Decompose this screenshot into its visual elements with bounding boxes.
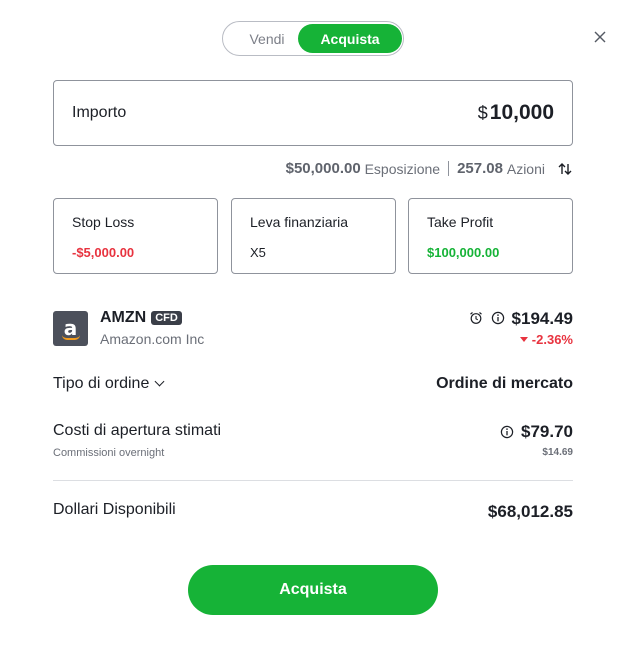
buy-sell-toggle[interactable]: Vendi Acquista (222, 21, 404, 56)
close-icon[interactable] (592, 29, 608, 45)
exposure-value: $50,000.00 (285, 160, 361, 177)
take-profit-title: Take Profit (427, 214, 494, 230)
leverage-title: Leva finanziaria (250, 214, 349, 230)
buy-option[interactable]: Acquista (298, 24, 402, 53)
divider (53, 480, 573, 481)
opening-costs-label: Costi di apertura stimati (53, 422, 222, 439)
stop-loss-card[interactable]: Stop Loss -$5,000.00 (53, 198, 218, 274)
chevron-down-icon (154, 376, 165, 387)
units-value: 257.08 (457, 160, 503, 177)
price-change-value: -2.36% (531, 332, 573, 347)
cfd-badge: CFD (151, 311, 182, 325)
price-change: -2.36% (519, 332, 573, 347)
take-profit-value: $100,000.00 (427, 245, 500, 260)
amount-number[interactable]: 10,000 (490, 101, 554, 125)
company-name: Amazon.com Inc (100, 331, 205, 347)
ticker-symbol: AMZN (100, 309, 147, 326)
available-label: Dollari Disponibili (53, 501, 176, 518)
order-type-label: Tipo di ordine (53, 375, 150, 392)
opening-costs-value: $79.70 (521, 422, 573, 441)
currency-symbol: $ (477, 103, 488, 123)
stop-loss-value: -$5,000.00 (72, 245, 135, 260)
overnight-fees-value: $14.69 (542, 447, 573, 458)
leverage-value: X5 (250, 245, 266, 260)
sell-option[interactable]: Vendi (226, 24, 308, 53)
info-icon[interactable] (500, 425, 514, 439)
units-label: Azioni (506, 160, 545, 177)
buy-button[interactable]: Acquista (188, 565, 438, 615)
amount-input[interactable]: Importo $ 10,000 (53, 80, 573, 146)
leverage-card[interactable]: Leva finanziaria X5 (231, 198, 396, 274)
overnight-fees-label: Commissioni overnight (53, 447, 165, 459)
exposure-summary: $50,000.00 Esposizione 257.08 Azioni (286, 160, 545, 177)
swap-icon[interactable] (557, 161, 573, 177)
available-value: $68,012.85 (487, 502, 573, 521)
down-triangle-icon (519, 337, 528, 342)
order-type-value: Ordine di mercato (436, 375, 573, 392)
instrument-ticker: AMZN CFD (100, 309, 182, 327)
amount-value[interactable]: $ 10,000 (478, 101, 554, 125)
exposure-label: Esposizione (364, 160, 441, 177)
stop-loss-title: Stop Loss (72, 214, 135, 230)
alarm-icon[interactable] (469, 311, 483, 325)
info-icon[interactable] (491, 311, 505, 325)
amount-label: Importo (72, 104, 127, 121)
amazon-logo-icon: a (53, 311, 88, 346)
take-profit-card[interactable]: Take Profit $100,000.00 (408, 198, 573, 274)
divider (448, 161, 450, 176)
instrument-price: $194.49 (511, 309, 573, 328)
order-type-dropdown[interactable]: Tipo di ordine (53, 375, 165, 393)
